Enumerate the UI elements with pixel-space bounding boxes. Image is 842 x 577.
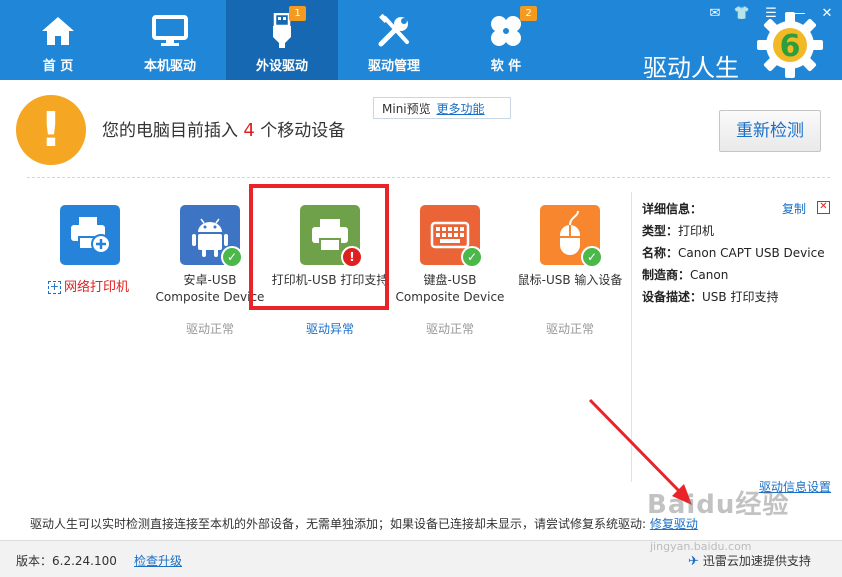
version-text: 版本：6.2.24.100 — [16, 554, 117, 568]
device-status: 驱动异常 — [305, 322, 354, 336]
mini-preview-bar: Mini预览 更多功能 — [373, 97, 511, 119]
device-card[interactable]: ✓ 鼠标-USB 输入设备 — [510, 205, 630, 289]
warning-icon: ! — [16, 95, 86, 165]
check-upgrade-link[interactable]: 检查升级 — [134, 552, 182, 569]
home-icon — [2, 13, 114, 49]
nav-label: 首 页 — [42, 59, 74, 74]
bird-icon: ✈ — [688, 554, 699, 569]
clover-icon — [450, 13, 562, 49]
info-row: 类型：打印机 — [642, 220, 825, 242]
divider — [27, 177, 830, 178]
device-count: 4 — [243, 120, 255, 141]
message-icon[interactable]: ✉ — [706, 5, 724, 23]
watermark-url: jingyan.baidu.com — [650, 540, 752, 553]
device-status: 驱动正常 — [425, 322, 474, 336]
copy-link[interactable]: 复制 — [782, 200, 806, 217]
info-value: Canon — [690, 268, 729, 282]
notice-suffix: 个移动设备 — [260, 121, 346, 141]
info-value: USB 打印支持 — [702, 290, 779, 304]
watermark: Baidu经验 — [647, 490, 790, 520]
nav-badge: 1 — [289, 6, 306, 21]
mouse-icon: ✓ — [540, 205, 603, 268]
logo-digit: 6 — [780, 29, 801, 64]
xunlei-credit: ✈ 迅雷云加速提供支持 — [688, 552, 811, 569]
close-info-icon[interactable]: ✕ — [817, 201, 830, 214]
nav-home[interactable]: 首 页 — [2, 0, 114, 80]
keyboard-icon: ✓ — [420, 205, 483, 268]
wrench-icon — [338, 13, 450, 49]
info-row: 设备描述：USB 打印支持 — [642, 286, 825, 308]
notice-prefix: 您的电脑目前插入 — [102, 121, 238, 141]
ok-check-icon: ✓ — [461, 246, 483, 268]
device-status: 驱动正常 — [185, 322, 234, 336]
nav-peripheral-driver[interactable]: 1 外设驱动 — [226, 0, 338, 80]
minimize-icon[interactable]: — — [790, 5, 808, 23]
add-network-printer[interactable]: + 网络打印机 — [48, 276, 129, 295]
info-row: 名称：Canon CAPT USB Device — [642, 242, 825, 264]
panel-divider — [631, 192, 632, 482]
top-bar: 首 页 本机驱动 1 外设驱动 驱动管理 2 软 件 驱动人生 6 ✉ 👕 ☰ … — [0, 0, 842, 82]
tip-message: 驱动人生可以实时检测直接连接至本机的外部设备，无需单独添加；如果设备已连接却未显… — [30, 517, 647, 531]
device-name: 鼠标-USB 输入设备 — [517, 273, 623, 287]
menu-icon[interactable]: ☰ — [762, 5, 780, 23]
info-key: 类型： — [642, 224, 679, 238]
info-key: 名称： — [642, 246, 679, 260]
ok-check-icon: ✓ — [581, 246, 603, 268]
close-icon[interactable]: ✕ — [818, 5, 836, 23]
info-key: 设备描述： — [642, 290, 703, 304]
usb-icon — [226, 13, 338, 49]
info-value: 打印机 — [678, 224, 715, 238]
ok-check-icon: ✓ — [221, 246, 243, 268]
shirt-icon[interactable]: 👕 — [733, 5, 751, 23]
main-content — [0, 80, 842, 540]
nav-software[interactable]: 2 软 件 — [450, 0, 562, 80]
network-printer-card[interactable] — [30, 205, 150, 265]
nav-badge: 2 — [520, 6, 537, 21]
device-status: 驱动正常 — [545, 322, 594, 336]
android-icon: ✓ — [180, 205, 243, 268]
nav-label: 本机驱动 — [143, 59, 196, 74]
nav-label: 软 件 — [490, 59, 522, 74]
xunlei-text: 迅雷云加速提供支持 — [702, 554, 811, 568]
device-count-notice: 您的电脑目前插入 4 个移动设备 — [102, 116, 345, 141]
more-features-link[interactable]: 更多功能 — [436, 102, 484, 116]
info-key: 制造商： — [642, 268, 691, 282]
mini-preview-label[interactable]: Mini预览 — [382, 102, 431, 116]
nav-label: 外设驱动 — [255, 59, 308, 74]
brand-name: 驱动人生 — [643, 54, 739, 82]
redetect-button[interactable]: 重新检测 — [719, 110, 821, 152]
network-printer-icon — [60, 205, 120, 265]
network-printer-label: 网络打印机 — [64, 280, 130, 295]
monitor-icon — [114, 13, 226, 49]
highlight-box — [249, 184, 389, 310]
nav-local-driver[interactable]: 本机驱动 — [114, 0, 226, 80]
device-card[interactable]: ✓ 键盘-USB Composite Device — [390, 205, 510, 306]
plus-icon: + — [48, 280, 61, 294]
nav-driver-management[interactable]: 驱动管理 — [338, 0, 450, 80]
info-row: 制造商：Canon — [642, 264, 825, 286]
device-name: 键盘-USB Composite Device — [395, 273, 505, 304]
nav-label: 驱动管理 — [367, 59, 420, 74]
info-value: Canon CAPT USB Device — [678, 246, 825, 260]
tip-text: 驱动人生可以实时检测直接连接至本机的外部设备，无需单独添加；如果设备已连接却未显… — [30, 515, 698, 532]
